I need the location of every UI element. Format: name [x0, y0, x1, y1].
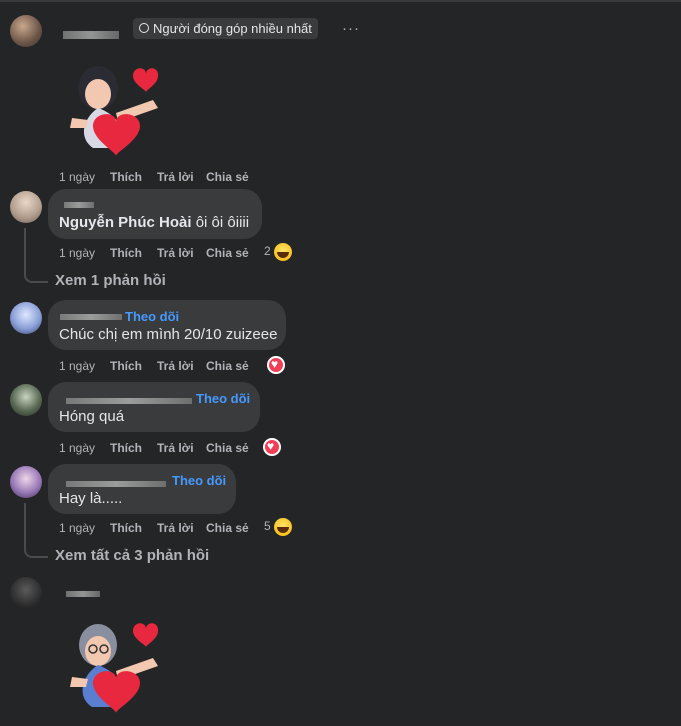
reaction-summary[interactable]: 5	[264, 518, 293, 536]
comment-body: Chúc chị em mình 20/10 zuizeee	[59, 326, 278, 343]
timestamp[interactable]: 1 ngày	[59, 359, 95, 373]
redacted-text	[64, 202, 94, 208]
share-button[interactable]: Chia sẻ	[206, 359, 249, 373]
like-button[interactable]: Thích	[110, 170, 142, 184]
reaction-count: 5	[264, 519, 271, 534]
avatar[interactable]	[10, 191, 42, 223]
like-button[interactable]: Thích	[110, 441, 142, 455]
share-button[interactable]: Chia sẻ	[206, 521, 249, 535]
top-divider	[0, 0, 681, 2]
reaction-summary[interactable]: 2	[264, 243, 293, 261]
haha-icon	[274, 243, 293, 261]
timestamp[interactable]: 1 ngày	[59, 170, 95, 184]
timestamp[interactable]: 1 ngày	[59, 521, 95, 535]
follow-button[interactable]: Theo dõi	[125, 309, 179, 324]
thread-connector	[24, 503, 48, 558]
follow-button[interactable]: Theo dõi	[196, 391, 250, 406]
reply-button[interactable]: Trả lời	[157, 246, 194, 260]
sticker-image	[70, 623, 159, 713]
comment-body: Hóng quá	[59, 408, 125, 425]
thread-connector	[24, 228, 48, 283]
redacted-name[interactable]	[66, 481, 166, 487]
timestamp[interactable]: 1 ngày	[59, 441, 95, 455]
reply-button[interactable]: Trả lời	[157, 359, 194, 373]
like-button[interactable]: Thích	[110, 246, 142, 260]
reply-button[interactable]: Trả lời	[157, 441, 194, 455]
badge-icon	[139, 23, 149, 33]
sticker-image	[70, 66, 159, 156]
view-replies-link[interactable]: Xem 1 phản hồi	[55, 272, 166, 289]
avatar[interactable]	[10, 15, 42, 47]
love-icon	[267, 356, 285, 374]
reaction-summary[interactable]	[267, 356, 285, 374]
comment-body: Hay là.....	[59, 490, 123, 507]
follow-button[interactable]: Theo dõi	[172, 473, 226, 488]
share-button[interactable]: Chia sẻ	[206, 170, 249, 184]
more-options-button[interactable]: ···	[342, 20, 360, 37]
comment-text: Nguyễn Phúc Hoài ôi ôi ôiiii	[59, 214, 249, 231]
view-replies-link[interactable]: Xem tất cả 3 phản hồi	[55, 547, 209, 564]
redacted-name[interactable]	[63, 31, 119, 39]
badge-label: Người đóng góp nhiều nhất	[153, 21, 312, 36]
redacted-name[interactable]	[66, 398, 192, 404]
reply-button[interactable]: Trả lời	[157, 170, 194, 184]
timestamp[interactable]: 1 ngày	[59, 246, 95, 260]
haha-icon	[274, 518, 293, 536]
reply-button[interactable]: Trả lời	[157, 521, 194, 535]
avatar[interactable]	[10, 466, 42, 498]
top-contributor-badge: Người đóng góp nhiều nhất	[133, 18, 318, 39]
share-button[interactable]: Chia sẻ	[206, 246, 249, 260]
mentioned-name[interactable]: Nguyễn Phúc Hoài	[59, 214, 192, 231]
share-button[interactable]: Chia sẻ	[206, 441, 249, 455]
like-button[interactable]: Thích	[110, 521, 142, 535]
avatar[interactable]	[10, 302, 42, 334]
love-icon	[263, 438, 281, 456]
avatar[interactable]	[10, 384, 42, 416]
reaction-summary[interactable]	[263, 438, 281, 456]
redacted-name[interactable]	[60, 314, 122, 320]
comment-body: ôi ôi ôiiii	[195, 214, 250, 231]
reaction-count: 2	[264, 244, 271, 259]
avatar[interactable]	[10, 577, 42, 609]
redacted-name[interactable]	[66, 591, 100, 597]
like-button[interactable]: Thích	[110, 359, 142, 373]
